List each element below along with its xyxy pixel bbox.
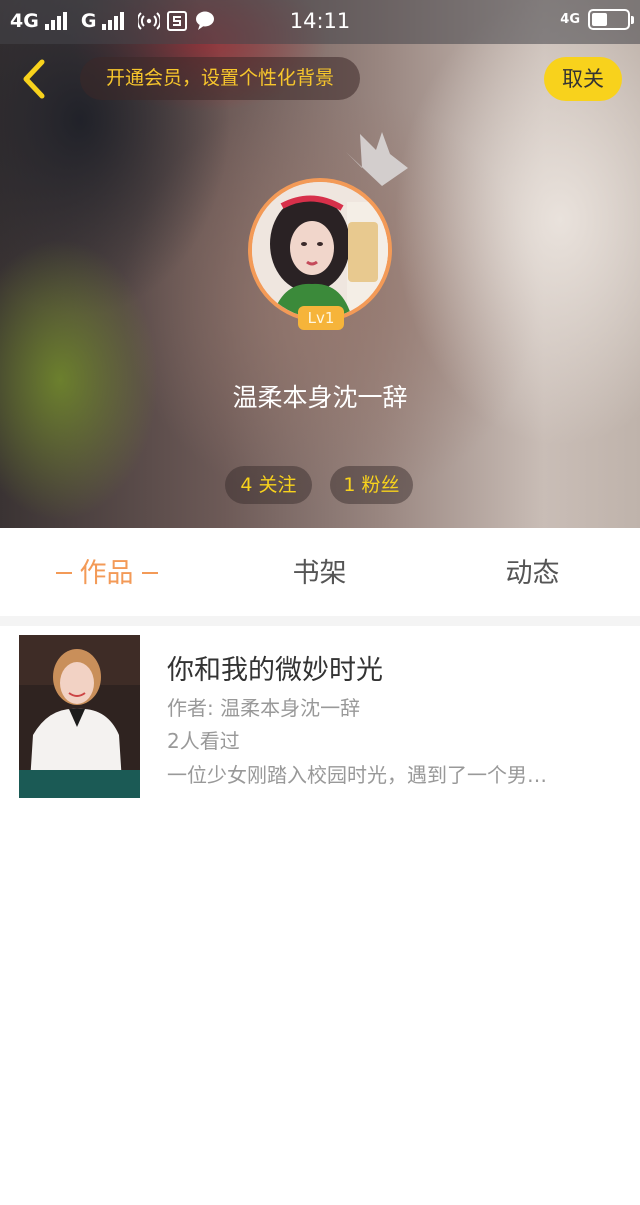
status-right: 4G <box>560 9 634 30</box>
vip-background-prompt[interactable]: 开通会员，设置个性化背景 <box>80 57 360 100</box>
avatar-container[interactable]: Lv1 <box>248 178 392 330</box>
profile-tabs: 作品 书架 动态 <box>0 528 640 616</box>
level-badge: Lv1 <box>298 306 344 330</box>
section-divider <box>0 616 640 626</box>
tab-dash-left <box>55 571 72 574</box>
book-cover-image <box>19 635 140 798</box>
tab-activity[interactable]: 动态 <box>426 528 639 616</box>
tab-activity-label: 动态 <box>505 558 560 589</box>
unfollow-button[interactable]: 取关 <box>544 57 622 101</box>
status-bar: 4G G 14:11 4G <box>0 0 640 44</box>
battery-icon <box>588 9 634 30</box>
tab-bookshelf[interactable]: 书架 <box>213 528 426 616</box>
battery-level <box>592 13 607 26</box>
network-type-right: 4G <box>560 12 580 27</box>
book-description: 一位少女刚踏入校园时光，遇到了一个男… <box>167 763 547 787</box>
avatar-image <box>252 182 388 318</box>
book-author: 作者: 温柔本身沈一辞 <box>167 696 361 720</box>
work-card[interactable]: 你和我的微妙时光 作者: 温柔本身沈一辞 2人看过 一位少女刚踏入校园时光，遇到… <box>9 626 631 806</box>
back-button[interactable] <box>16 58 52 100</box>
fans-count[interactable]: 1 粉丝 <box>330 466 413 504</box>
book-cover[interactable] <box>19 635 140 798</box>
tab-dash-right <box>141 571 158 574</box>
book-title[interactable]: 你和我的微妙时光 <box>167 648 383 687</box>
following-count[interactable]: 4 关注 <box>225 466 312 504</box>
username: 温柔本身沈一辞 <box>232 383 408 412</box>
avatar[interactable] <box>248 178 392 322</box>
tab-works[interactable]: 作品 <box>0 528 213 616</box>
tab-works-label: 作品 <box>79 558 134 589</box>
status-time: 14:11 <box>289 9 351 33</box>
tab-bookshelf-label: 书架 <box>292 558 347 589</box>
book-views: 2人看过 <box>167 729 240 753</box>
profile-header: 4G G 14:11 4G 开通会员，设置个性化背景 取关 Lv1 温柔本身沈一… <box>0 0 640 528</box>
